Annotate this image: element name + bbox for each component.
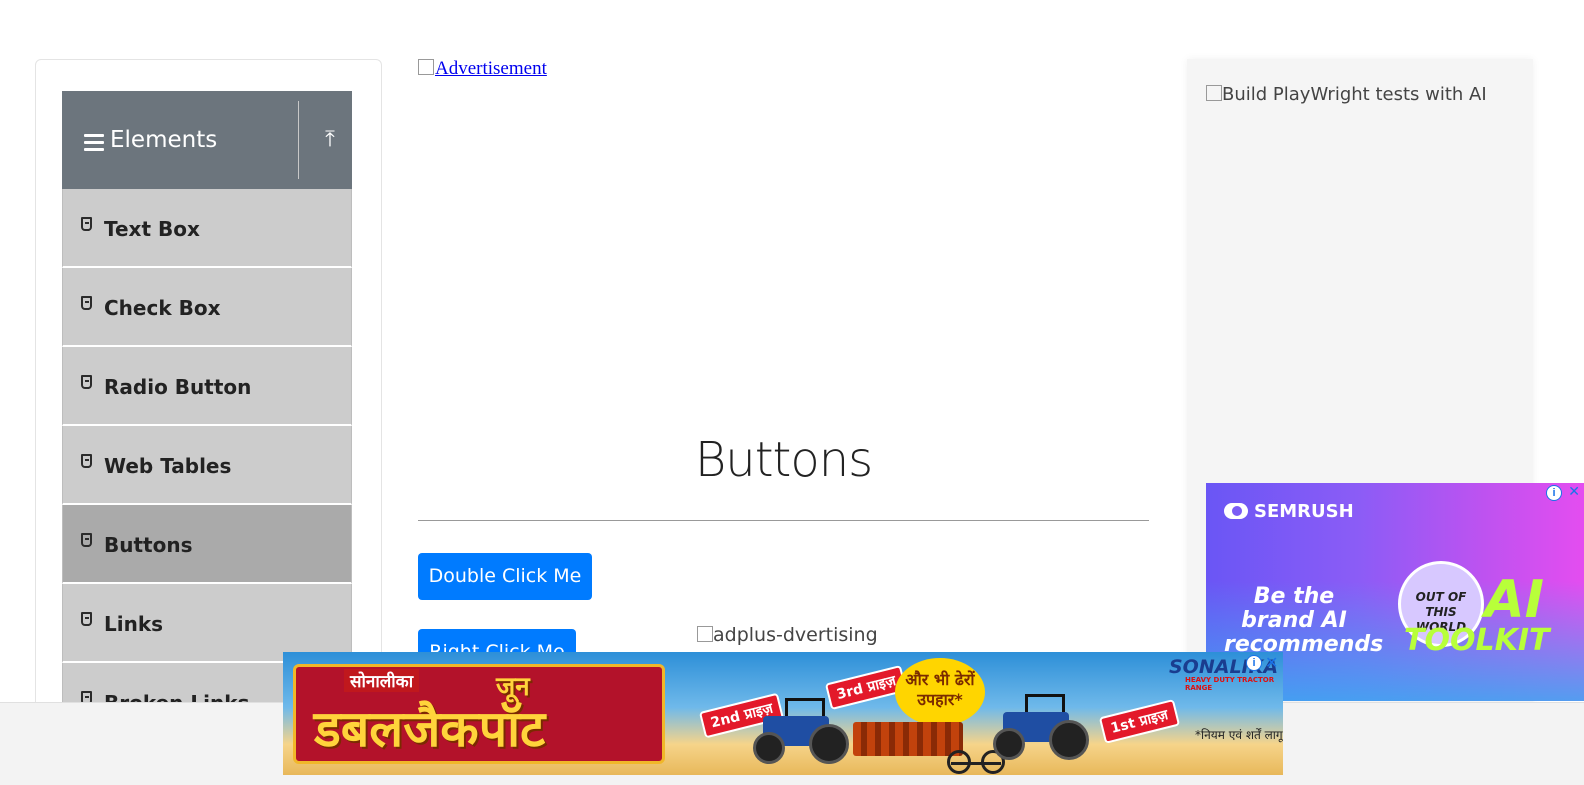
semrush-headline-ai: AI (1484, 570, 1544, 630)
sidebar-item-label: Check Box (104, 296, 221, 320)
elements-group-header[interactable]: Elements ⤒ (62, 91, 352, 189)
sidebar-item-label: Web Tables (104, 454, 232, 478)
html5-icon (81, 296, 92, 310)
broken-image-icon (697, 626, 713, 642)
tractor-image (753, 698, 849, 764)
inline-ad-image[interactable]: adplus-dvertising (697, 624, 878, 646)
terms-text: *नियम एवं शर्तें लागू (1195, 728, 1283, 742)
playwright-ad-image[interactable]: Build PlayWright tests with AI (1206, 84, 1487, 105)
first-prize-tag: 1st प्राइज़ (1098, 699, 1180, 744)
sidebar-item-web-tables[interactable]: Web Tables (62, 426, 352, 505)
sidebar-item-text-box[interactable]: Text Box (62, 189, 352, 268)
advertisement-link[interactable]: Advertisement (418, 58, 547, 80)
html5-icon (81, 533, 92, 547)
html5-icon (81, 217, 92, 231)
sidebar-item-radio-button[interactable]: Radio Button (62, 347, 352, 426)
sidebar-item-check-box[interactable]: Check Box (62, 268, 352, 347)
html5-icon (81, 612, 92, 626)
inline-ad-alt: adplus-dvertising (713, 624, 878, 646)
html5-icon (81, 454, 92, 468)
title-divider (418, 520, 1149, 521)
harrow-image (853, 722, 963, 756)
html5-icon (81, 375, 92, 389)
broken-image-icon (1206, 85, 1222, 101)
jackpot-brand-hindi: सोनालीका (344, 669, 420, 692)
left-panel: Elements ⤒ Text Box Check Box Radio Butt… (35, 59, 382, 721)
group-title: Elements (110, 127, 218, 153)
sidebar-item-label: Radio Button (104, 375, 252, 399)
menu-icon (84, 134, 104, 155)
sonalika-logo: SONALIKA (1169, 656, 1279, 678)
playwright-ad-alt: Build PlayWright tests with AI (1222, 84, 1487, 105)
jackpot-marquee: सोनालीका जून डबलजैकपॉट (293, 664, 665, 764)
double-click-button[interactable]: Double Click Me (418, 553, 592, 600)
semrush-headline: AI TOOLKIT (1404, 570, 1549, 657)
sidebar-item-label: Links (104, 612, 164, 636)
gift-badge: और भी ढेरों उपहार* (895, 658, 985, 726)
collapse-arrow-icon[interactable]: ⤒ (312, 127, 348, 157)
page-title: Buttons (694, 432, 873, 488)
advertisement-alt: Advertisement (435, 58, 547, 79)
semrush-headline-toolkit: TOOLKIT (1404, 623, 1550, 658)
semrush-logo-icon (1224, 503, 1248, 519)
sonalika-subtitle: HEAVY DUTY TRACTOR RANGE (1185, 676, 1275, 692)
broken-image-icon (418, 59, 434, 75)
sidebar-item-label: Text Box (104, 217, 200, 241)
sidebar-item-buttons[interactable]: Buttons (62, 505, 352, 584)
elements-menu-list: Text Box Check Box Radio Button Web Tabl… (62, 189, 352, 720)
sidebar-item-label: Buttons (104, 533, 193, 557)
header-separator (298, 101, 299, 179)
ad-info-icon[interactable]: i (1546, 485, 1562, 501)
jackpot-headline: डबलजैकपॉट (314, 700, 546, 758)
semrush-logo: SEMRUSH (1224, 501, 1354, 522)
semrush-tagline: Be the brand AI recommends (1224, 584, 1384, 657)
tractor-image (993, 694, 1089, 760)
ad-close-icon[interactable]: ✕ (1568, 483, 1580, 500)
semrush-brand: SEMRUSH (1254, 501, 1354, 522)
ad-info-icon[interactable]: i (1246, 655, 1262, 671)
sonalika-banner-ad[interactable]: सोनालीका जून डबलजैकपॉट 2nd प्राइज़ 3rd प… (283, 652, 1283, 775)
